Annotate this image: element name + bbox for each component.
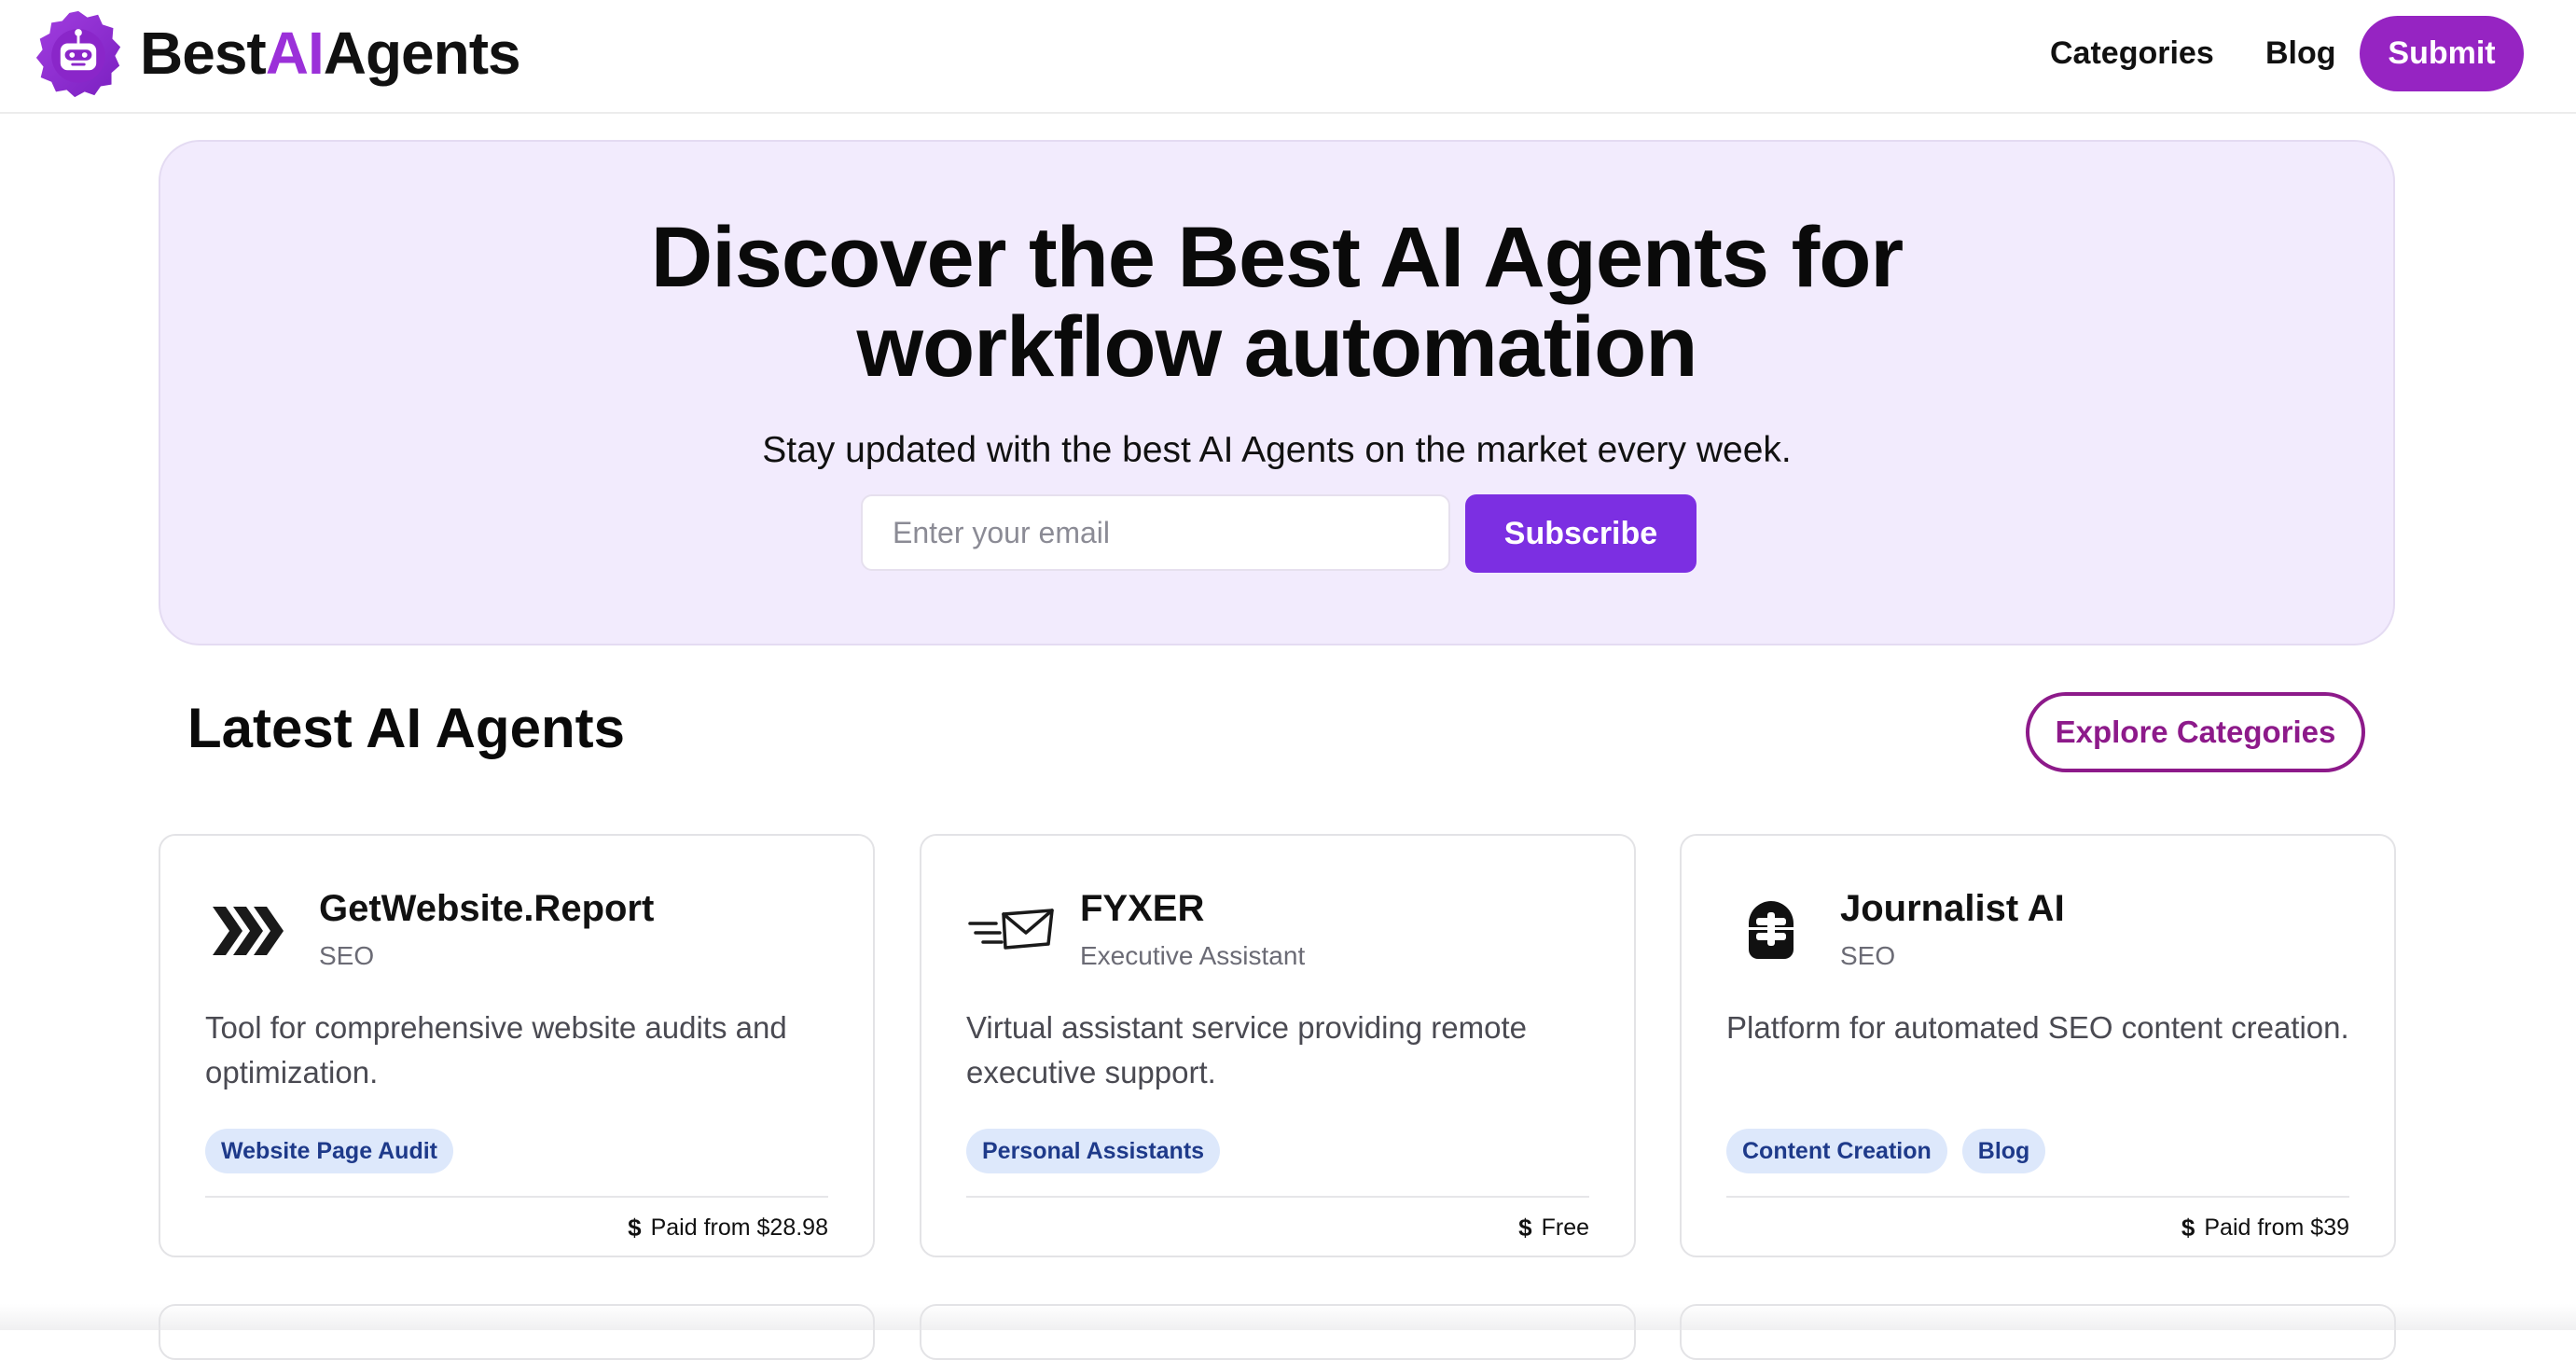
card-divider [966, 1196, 1589, 1198]
agent-category: Executive Assistant [1080, 941, 1306, 970]
site-header: BestAIAgents Categories Blog Submit [0, 0, 2576, 114]
agent-price: $ Free [1518, 1213, 1589, 1242]
submit-button[interactable]: Submit [2360, 16, 2524, 91]
price-label: Paid from $28.98 [650, 1214, 828, 1241]
card-divider [205, 1196, 828, 1198]
dollar-icon: $ [628, 1214, 642, 1242]
section-title: Latest AI Agents [187, 697, 625, 759]
bottom-fade [0, 1304, 2576, 1330]
agent-card[interactable]: GetWebsite.Report SEO Tool for comprehen… [159, 834, 875, 1257]
agent-description: Virtual assistant service providing remo… [966, 1010, 1527, 1089]
explore-categories-button[interactable]: Explore Categories [2026, 692, 2365, 772]
brand-suffix: Agents [323, 20, 521, 87]
agent-name: FYXER [1080, 888, 1205, 929]
agent-price: $ Paid from $39 [2181, 1213, 2349, 1242]
envelope-icon [968, 909, 1054, 950]
agent-name: Journalist AI [1840, 888, 2065, 929]
chevrons-icon [213, 907, 284, 955]
agent-tags: Personal Assistants [966, 1129, 1221, 1173]
tag-badge[interactable]: Blog [1961, 1129, 2046, 1173]
agent-description: Tool for comprehensive website audits an… [205, 1010, 787, 1089]
card-divider [1726, 1196, 2349, 1198]
dollar-icon: $ [1518, 1214, 1532, 1242]
nav-blog-link[interactable]: Blog [2265, 34, 2336, 73]
journalist-logo-icon [1749, 901, 1794, 959]
nav-categories-link[interactable]: Categories [2050, 34, 2214, 73]
agent-price: $ Paid from $28.98 [628, 1213, 828, 1242]
agent-tags: Website Page Audit [205, 1129, 453, 1173]
agent-description: Platform for automated SEO content creat… [1726, 1010, 2349, 1045]
agent-card[interactable]: FYXER Executive Assistant Virtual assist… [920, 834, 1636, 1257]
dollar-icon: $ [2181, 1214, 2195, 1242]
tag-badge[interactable]: Personal Assistants [966, 1129, 1221, 1173]
tag-badge[interactable]: Content Creation [1726, 1129, 1947, 1173]
robot-badge-icon[interactable] [34, 9, 123, 99]
agent-tags: Content Creation Blog [1726, 1129, 2046, 1173]
price-label: Paid from $39 [2204, 1214, 2349, 1241]
brand-name[interactable]: BestAIAgents [140, 20, 521, 87]
price-label: Free [1541, 1214, 1589, 1241]
agent-category: SEO [1840, 941, 1896, 970]
hero-banner: Discover the Best AI Agents for workflow… [159, 140, 2395, 645]
agent-category: SEO [319, 941, 375, 970]
hero-subtitle: Stay updated with the best AI Agents on … [762, 430, 1792, 470]
email-input[interactable] [861, 494, 1450, 571]
agent-name: GetWebsite.Report [319, 888, 655, 929]
subscribe-button[interactable]: Subscribe [1465, 494, 1697, 573]
brand-accent: AI [265, 20, 325, 87]
hero-title: Discover the Best AI Agents for workflow… [650, 210, 1904, 395]
agent-card[interactable]: Journalist AI SEO Platform for automated… [1680, 834, 2396, 1257]
brand-prefix: Best [140, 20, 267, 87]
tag-badge[interactable]: Website Page Audit [205, 1129, 453, 1173]
